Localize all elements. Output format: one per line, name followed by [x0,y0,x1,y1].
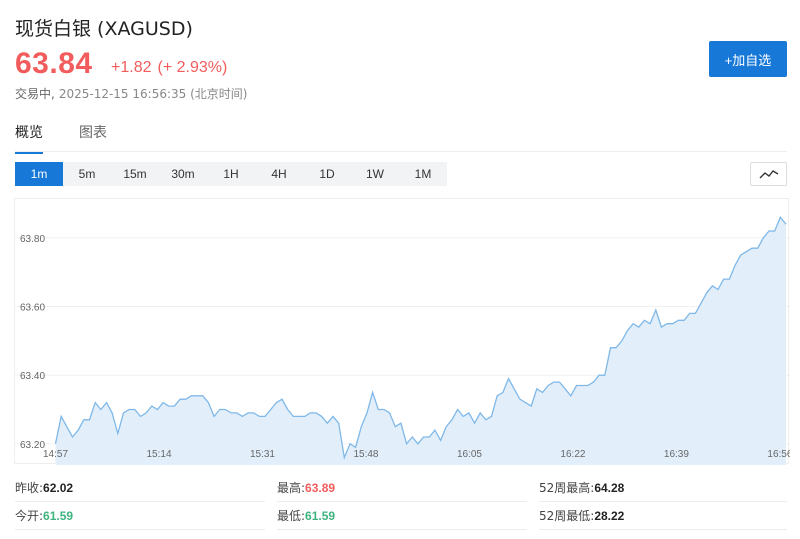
period-1d[interactable]: 1D [303,162,351,186]
period-4h[interactable]: 4H [255,162,303,186]
stat-label: 今开: [15,509,44,523]
stats-row: 昨收: 62.02 最高: 63.89 52周最高: 64.28 [15,474,787,502]
stat-prev-close: 昨收: 62.02 [15,474,265,502]
trading-status: 交易中, 2025-12-15 16:56:35 (北京时间) [15,85,247,102]
change-percent: (+ 2.93%) [157,59,228,76]
change-value: +1.82 [111,59,152,76]
stat-value: 61.59 [43,508,74,523]
stat-high: 最高: 63.89 [277,474,527,502]
stat-label: 昨收: [15,481,44,495]
x-tick-label: 15:48 [353,449,378,460]
instrument-title: 现货白银 (XAGUSD) [15,18,193,40]
x-tick-label: 16:56 [767,449,790,460]
price-chart-svg: 63.20 63.40 63.60 63.80 14:57 15:14 15:31 15:48… [15,216,790,465]
stats-table: 昨收: 62.02 最高: 63.89 52周最高: 64.28 今开: 61.59 最… [15,474,787,530]
y-tick-label: 63.80 [20,234,45,245]
price-area [55,217,786,465]
period-15m[interactable]: 15m [111,162,159,186]
period-1w[interactable]: 1W [351,162,399,186]
x-tick-label: 16:22 [560,449,585,460]
x-tick-label: 15:31 [250,449,275,460]
status-label: 交易中, [15,87,55,101]
chart-type-button[interactable] [750,162,787,186]
stat-open: 今开: 61.59 [15,502,265,530]
stat-label: 52周最低: [539,509,595,523]
period-1mo[interactable]: 1M [399,162,447,186]
line-chart-icon [759,170,778,179]
stat-low: 最低: 61.59 [277,502,527,530]
x-tick-label: 16:39 [664,449,689,460]
tabs-divider [15,151,787,152]
x-tick-label: 16:05 [457,449,482,460]
stat-52w-low: 52周最低: 28.22 [539,502,787,530]
stat-label: 最高: [277,481,306,495]
tab-overview[interactable]: 概览 [15,122,43,154]
x-tick-label: 15:14 [146,449,171,460]
stat-value: 28.22 [594,508,625,523]
y-tick-label: 63.20 [20,440,45,451]
x-tick-label: 14:57 [43,449,68,460]
tab-chart[interactable]: 图表 [79,122,107,154]
period-30m[interactable]: 30m [159,162,207,186]
price-change: +1.82 (+ 2.93%) [111,59,233,77]
stat-value: 62.02 [43,480,74,495]
stat-52w-high: 52周最高: 64.28 [539,474,787,502]
y-tick-label: 63.40 [20,371,45,382]
stats-row: 今开: 61.59 最低: 61.59 52周最低: 28.22 [15,502,787,530]
stat-value: 61.59 [305,508,336,523]
period-1m[interactable]: 1m [15,162,63,186]
stat-label: 52周最高: [539,481,595,495]
view-tabs: 概览 图表 [15,122,143,154]
stat-value: 63.89 [305,480,336,495]
current-price: 63.84 [15,47,93,80]
period-1h[interactable]: 1H [207,162,255,186]
timestamp: 2025-12-15 16:56:35 (北京时间) [58,87,248,101]
stat-value: 64.28 [594,480,625,495]
y-tick-label: 63.60 [20,303,45,314]
stat-label: 最低: [277,509,306,523]
period-5m[interactable]: 5m [63,162,111,186]
price-chart: 63.20 63.40 63.60 63.80 14:57 15:14 15:31 15:48… [14,198,790,465]
period-selector: 1m 5m 15m 30m 1H 4H 1D 1W 1M [15,162,447,186]
add-to-watchlist-button[interactable]: +加自选 [709,41,787,77]
